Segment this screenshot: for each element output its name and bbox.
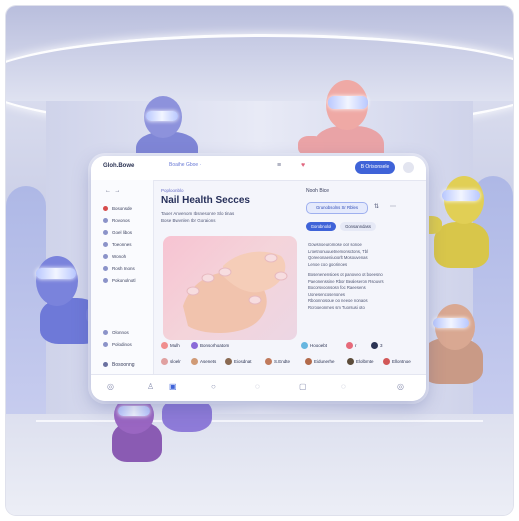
bottom-nav: ◎ ♙ ▣ ○ ◌ ▢ ◌ ◎ — [91, 374, 426, 401]
list-item: Rcrooeonmes sm Tuorsusi oto — [308, 304, 365, 310]
sidebar-icon — [103, 362, 108, 368]
sidebar-icon — [103, 278, 108, 284]
person-icon[interactable]: ♙ — [147, 382, 154, 391]
right-panel-button[interactable]: Grunobsolns Sr Rbles — [306, 202, 368, 214]
chip[interactable]: Elolbmte — [347, 356, 374, 367]
list-item: Lenoe coo goorinoes — [308, 261, 348, 267]
manicure-photo — [163, 236, 297, 340]
tab-second[interactable]: Gonsanndass — [340, 222, 376, 231]
compass-icon[interactable]: ◌ — [255, 382, 260, 391]
sidebar-item[interactable]: Toeonnes — [103, 242, 132, 248]
chip-row-2: sloelr Asenets Eiosdnat S.Endte Eidunerh… — [161, 356, 419, 368]
more-icon[interactable]: ⋯ — [390, 203, 396, 210]
image-icon[interactable]: ▢ — [299, 382, 307, 391]
post-text: Taoer Anvenom Ibsnesonre Slo tinas — [161, 211, 235, 216]
nav-arrows-icon[interactable]: ← → — [105, 188, 120, 194]
filter-icon[interactable]: ⇅ — [374, 203, 379, 210]
right-panel-list: Gowsnoeuromose oor sonoe Lroetnonuuuetne… — [308, 242, 408, 311]
avatar-right-yellow — [416, 176, 496, 271]
bell-icon[interactable]: ◌ — [341, 382, 346, 391]
chip[interactable]: Hoooebt — [301, 340, 327, 351]
sidebar-icon — [103, 218, 108, 224]
sidebar-item[interactable]: Pokonolnotl — [103, 278, 136, 284]
post-title: Nail Health Secces — [161, 195, 250, 206]
primary-action-button[interactable]: B Orisonsele — [355, 161, 395, 174]
right-panel-header: Nooh Bice — [306, 188, 330, 194]
tablet-app-window: Gloh.Bowe Boaihe Gboe · ≡ ♥ B Orisonsele… — [91, 156, 426, 401]
right-panel-tabs: Gorobnolol Gonsanndass — [306, 222, 416, 232]
avatar-bottom-purple — [106, 392, 226, 472]
feed-icon[interactable]: ▣ — [169, 382, 177, 391]
settings-icon[interactable]: ◎ — [397, 382, 404, 391]
chip[interactable]: Eiosdnat — [225, 356, 252, 367]
profile-avatar[interactable] — [403, 162, 414, 173]
sidebar-footer[interactable]: Bosoonng — [103, 362, 135, 368]
chip[interactable]: S.Endte — [265, 356, 290, 367]
chip[interactable]: 3 — [371, 340, 383, 351]
sidebar-icon — [103, 254, 108, 260]
heart-icon[interactable]: ♥ — [301, 162, 305, 169]
post-text: Bose Bwvnlen Ibr Goraions — [161, 218, 216, 223]
hands-illustration — [183, 251, 288, 333]
chip-row-1: Mulh Bonsorhoatom Hoooebt r 3 — [161, 340, 419, 352]
menu-icon[interactable]: ≡ — [277, 162, 281, 169]
sidebar-icon — [103, 230, 108, 236]
floor — [6, 414, 513, 515]
scene-frame: Gloh.Bowe Boaihe Gboe · ≡ ♥ B Orisonsele… — [6, 6, 513, 515]
sidebar-item[interactable]: Bosonsde — [103, 206, 132, 212]
sidebar-item[interactable]: Olonnos — [103, 330, 129, 336]
post-author[interactable]: Poploonblo — [161, 188, 298, 193]
sidebar-item[interactable]: Rovonos — [103, 218, 130, 224]
search-bar[interactable]: Boaihe Gboe · — [169, 162, 201, 168]
app-logo[interactable]: Gloh.Bowe — [103, 163, 134, 169]
sidebar-icon — [103, 266, 108, 272]
app-topbar: Gloh.Bowe Boaihe Gboe · ≡ ♥ B Orisonsele — [91, 156, 426, 181]
chip[interactable]: r — [346, 340, 357, 351]
sidebar-icon — [103, 242, 108, 248]
sidebar: ← → Bosonsde Rovonos Goel libos Toeonnes… — [91, 180, 154, 380]
chip[interactable]: Asenets — [191, 356, 216, 367]
sidebar-item[interactable]: Goel libos — [103, 230, 132, 236]
home-icon[interactable]: ◎ — [107, 382, 114, 391]
chip[interactable]: Bonsorhoatom — [191, 340, 229, 351]
chip[interactable]: sloelr — [161, 356, 181, 367]
sidebar-item[interactable]: Wonoh — [103, 254, 126, 260]
sidebar-icon — [103, 206, 108, 212]
chip[interactable]: Eidunerhe — [305, 356, 335, 367]
sidebar-item[interactable]: Rosh Inons — [103, 266, 135, 272]
sidebar-icon — [103, 330, 108, 336]
sidebar-icon — [103, 342, 108, 348]
chip[interactable]: Mulh — [161, 340, 180, 351]
chip[interactable]: Ellontnoe — [383, 356, 411, 367]
tab-first[interactable]: Gorobnolol — [306, 222, 336, 231]
floor-edge — [36, 420, 483, 422]
right-panel: Nooh Bice Grunobsolns Sr Rbles ⇅ ⋯ Gorob… — [306, 188, 416, 338]
search-icon[interactable]: ○ — [211, 382, 216, 391]
sidebar-item[interactable]: Polodinos — [103, 342, 132, 348]
